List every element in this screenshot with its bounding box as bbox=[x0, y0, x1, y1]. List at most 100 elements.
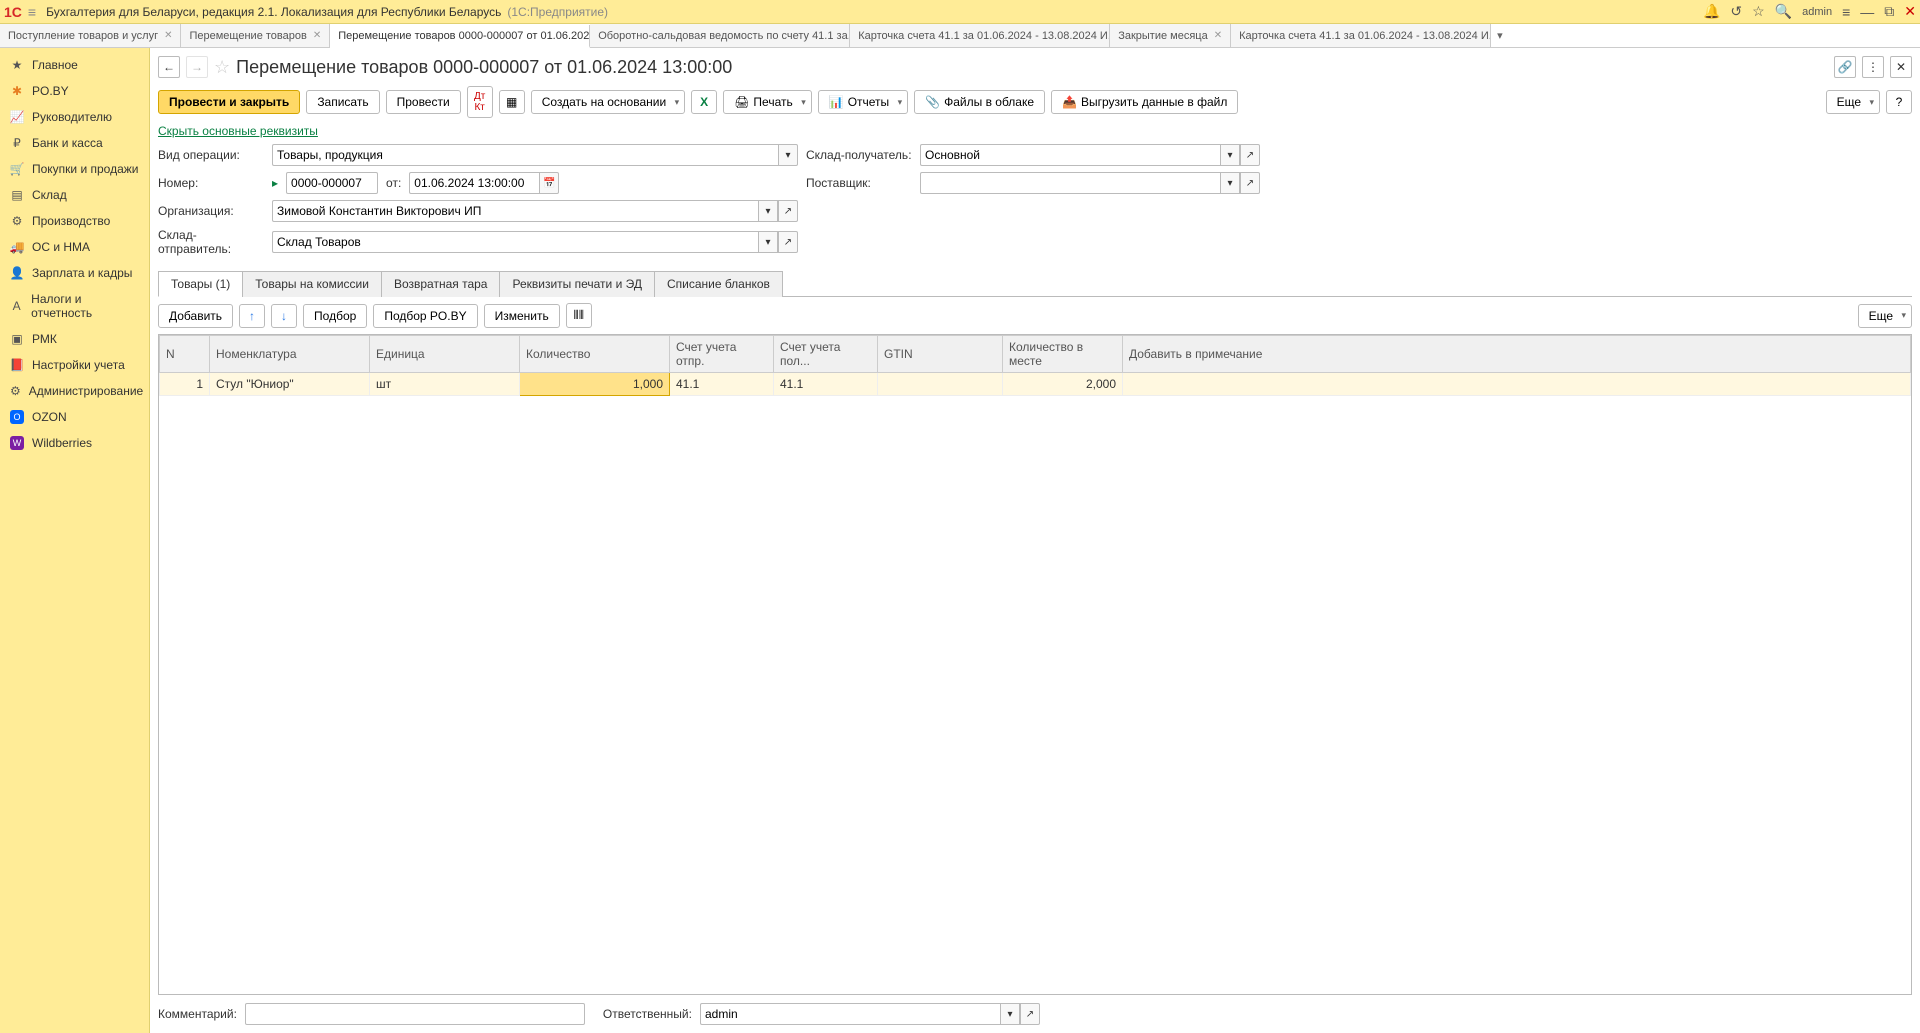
hide-details-link[interactable]: Скрыть основные реквизиты bbox=[158, 122, 1912, 140]
close-icon[interactable]: ✕ bbox=[1904, 3, 1916, 20]
sidebar-item[interactable]: WWildberries bbox=[0, 430, 149, 456]
date-input[interactable] bbox=[409, 172, 539, 194]
more-button[interactable]: Еще bbox=[1826, 90, 1880, 114]
number-input[interactable] bbox=[286, 172, 378, 194]
cell-acc-from[interactable]: 41.1 bbox=[670, 373, 774, 396]
document-tab[interactable]: Перемещение товаров 0000-000007 от 01.06… bbox=[330, 25, 590, 48]
tab-close-icon[interactable]: ✕ bbox=[164, 30, 172, 41]
search-icon[interactable]: 🔍 bbox=[1775, 3, 1792, 20]
sidebar-item[interactable]: OOZON bbox=[0, 404, 149, 430]
cell-unit[interactable]: шт bbox=[370, 373, 520, 396]
excel-button[interactable]: X bbox=[691, 90, 717, 114]
post-and-close-button[interactable]: Провести и закрыть bbox=[158, 90, 300, 114]
org-input[interactable] bbox=[272, 200, 758, 222]
responsible-dropdown[interactable]: ▾ bbox=[1000, 1003, 1020, 1025]
responsible-input[interactable] bbox=[700, 1003, 1000, 1025]
column-header[interactable]: Номенклатура bbox=[210, 336, 370, 373]
tabs-dropdown[interactable]: ▾ bbox=[1491, 24, 1509, 47]
column-header[interactable]: Счет учета отпр. bbox=[670, 336, 774, 373]
comment-input[interactable] bbox=[245, 1003, 585, 1025]
warehouse-to-open[interactable]: ↗ bbox=[1240, 144, 1260, 166]
cell-acc-to[interactable]: 41.1 bbox=[774, 373, 878, 396]
operation-dropdown[interactable]: ▾ bbox=[778, 144, 798, 166]
warehouse-to-input[interactable] bbox=[920, 144, 1220, 166]
inner-tab[interactable]: Товары (1) bbox=[158, 271, 243, 297]
warehouse-from-dropdown[interactable]: ▾ bbox=[758, 231, 778, 253]
pick-button[interactable]: Подбор bbox=[303, 304, 367, 328]
org-dropdown[interactable]: ▾ bbox=[758, 200, 778, 222]
table-row[interactable]: 1Стул "Юниор"шт1,00041.141.12,000 bbox=[160, 373, 1911, 396]
sidebar-item[interactable]: AНалоги и отчетность bbox=[0, 286, 149, 326]
more-menu-icon[interactable]: ⋮ bbox=[1862, 56, 1884, 78]
inner-tab[interactable]: Возвратная тара bbox=[381, 271, 501, 297]
username[interactable]: admin bbox=[1802, 6, 1832, 18]
responsible-open[interactable]: ↗ bbox=[1020, 1003, 1040, 1025]
minimize-icon[interactable]: — bbox=[1860, 4, 1874, 20]
sidebar-item[interactable]: ⚙Производство bbox=[0, 208, 149, 234]
help-button[interactable]: ? bbox=[1886, 90, 1912, 114]
column-header[interactable]: Количество в месте bbox=[1003, 336, 1123, 373]
files-button[interactable]: 📎 Файлы в облаке bbox=[914, 90, 1045, 114]
warehouse-to-dropdown[interactable]: ▾ bbox=[1220, 144, 1240, 166]
favorite-star[interactable]: ☆ bbox=[214, 57, 230, 78]
change-button[interactable]: Изменить bbox=[484, 304, 560, 328]
warehouse-from-input[interactable] bbox=[272, 231, 758, 253]
document-tab[interactable]: Поступление товаров и услуг✕ bbox=[0, 24, 181, 47]
close-doc-button[interactable]: ✕ bbox=[1890, 56, 1912, 78]
cell-note[interactable] bbox=[1123, 373, 1911, 396]
history-icon[interactable]: ↺ bbox=[1730, 3, 1742, 20]
cell-quantity[interactable]: 1,000 bbox=[520, 373, 670, 396]
print-button[interactable]: 🖨 Печать bbox=[723, 90, 812, 114]
document-tab[interactable]: Карточка счета 41.1 за 01.06.2024 - 13.0… bbox=[850, 24, 1110, 47]
document-tab[interactable]: Карточка счета 41.1 за 01.06.2024 - 13.0… bbox=[1231, 24, 1491, 47]
column-header[interactable]: Добавить в примечание bbox=[1123, 336, 1911, 373]
sidebar-item[interactable]: ▣РМК bbox=[0, 326, 149, 352]
document-tab[interactable]: Перемещение товаров✕ bbox=[181, 24, 330, 47]
sidebar-item[interactable]: ✱PO.BY bbox=[0, 78, 149, 104]
supplier-dropdown[interactable]: ▾ bbox=[1220, 172, 1240, 194]
move-up-button[interactable]: ↑ bbox=[239, 304, 265, 328]
structure-button[interactable]: ▦ bbox=[499, 90, 525, 114]
sidebar-item[interactable]: ₽Банк и касса bbox=[0, 130, 149, 156]
cell-qty-place[interactable]: 2,000 bbox=[1003, 373, 1123, 396]
tab-close-icon[interactable]: ✕ bbox=[313, 30, 321, 41]
create-based-button[interactable]: Создать на основании bbox=[531, 90, 686, 114]
document-tab[interactable]: Закрытие месяца✕ bbox=[1110, 24, 1231, 47]
forward-button[interactable]: → bbox=[186, 56, 208, 78]
column-header[interactable]: Счет учета пол... bbox=[774, 336, 878, 373]
sidebar-item[interactable]: 🚚ОС и НМА bbox=[0, 234, 149, 260]
maximize-icon[interactable]: ⧉ bbox=[1884, 3, 1894, 20]
sidebar-item[interactable]: 📕Настройки учета bbox=[0, 352, 149, 378]
inner-tab[interactable]: Списание бланков bbox=[654, 271, 783, 297]
save-button[interactable]: Записать bbox=[306, 90, 379, 114]
supplier-open[interactable]: ↗ bbox=[1240, 172, 1260, 194]
post-button[interactable]: Провести bbox=[386, 90, 461, 114]
items-table[interactable]: NНоменклатураЕдиницаКоличествоСчет учета… bbox=[158, 334, 1912, 995]
supplier-input[interactable] bbox=[920, 172, 1220, 194]
reports-button[interactable]: 📊 Отчеты bbox=[818, 90, 908, 114]
tab-close-icon[interactable]: ✕ bbox=[1214, 30, 1222, 41]
sidebar-item[interactable]: ▤Склад bbox=[0, 182, 149, 208]
move-down-button[interactable]: ↓ bbox=[271, 304, 297, 328]
sidebar-item[interactable]: 👤Зарплата и кадры bbox=[0, 260, 149, 286]
sidebar-item[interactable]: 📈Руководителю bbox=[0, 104, 149, 130]
inner-tab[interactable]: Реквизиты печати и ЭД bbox=[499, 271, 655, 297]
operation-input[interactable] bbox=[272, 144, 778, 166]
pick-poby-button[interactable]: Подбор PO.BY bbox=[373, 304, 477, 328]
column-header[interactable]: N bbox=[160, 336, 210, 373]
bell-icon[interactable]: 🔔 bbox=[1703, 3, 1720, 20]
menu-icon[interactable]: ≡ bbox=[28, 4, 36, 20]
column-header[interactable]: Количество bbox=[520, 336, 670, 373]
dt-kt-button[interactable]: ДтКт bbox=[467, 86, 493, 118]
export-button[interactable]: 📤 Выгрузить данные в файл bbox=[1051, 90, 1238, 114]
sidebar-item[interactable]: 🛒Покупки и продажи bbox=[0, 156, 149, 182]
barcode-button[interactable]: ⦀⦀ bbox=[566, 303, 592, 328]
calendar-icon[interactable]: 📅 bbox=[539, 172, 559, 194]
cell-n[interactable]: 1 bbox=[160, 373, 210, 396]
cell-gtin[interactable] bbox=[878, 373, 1003, 396]
warehouse-from-open[interactable]: ↗ bbox=[778, 231, 798, 253]
org-open[interactable]: ↗ bbox=[778, 200, 798, 222]
sidebar-item[interactable]: ★Главное bbox=[0, 52, 149, 78]
add-row-button[interactable]: Добавить bbox=[158, 304, 233, 328]
back-button[interactable]: ← bbox=[158, 56, 180, 78]
